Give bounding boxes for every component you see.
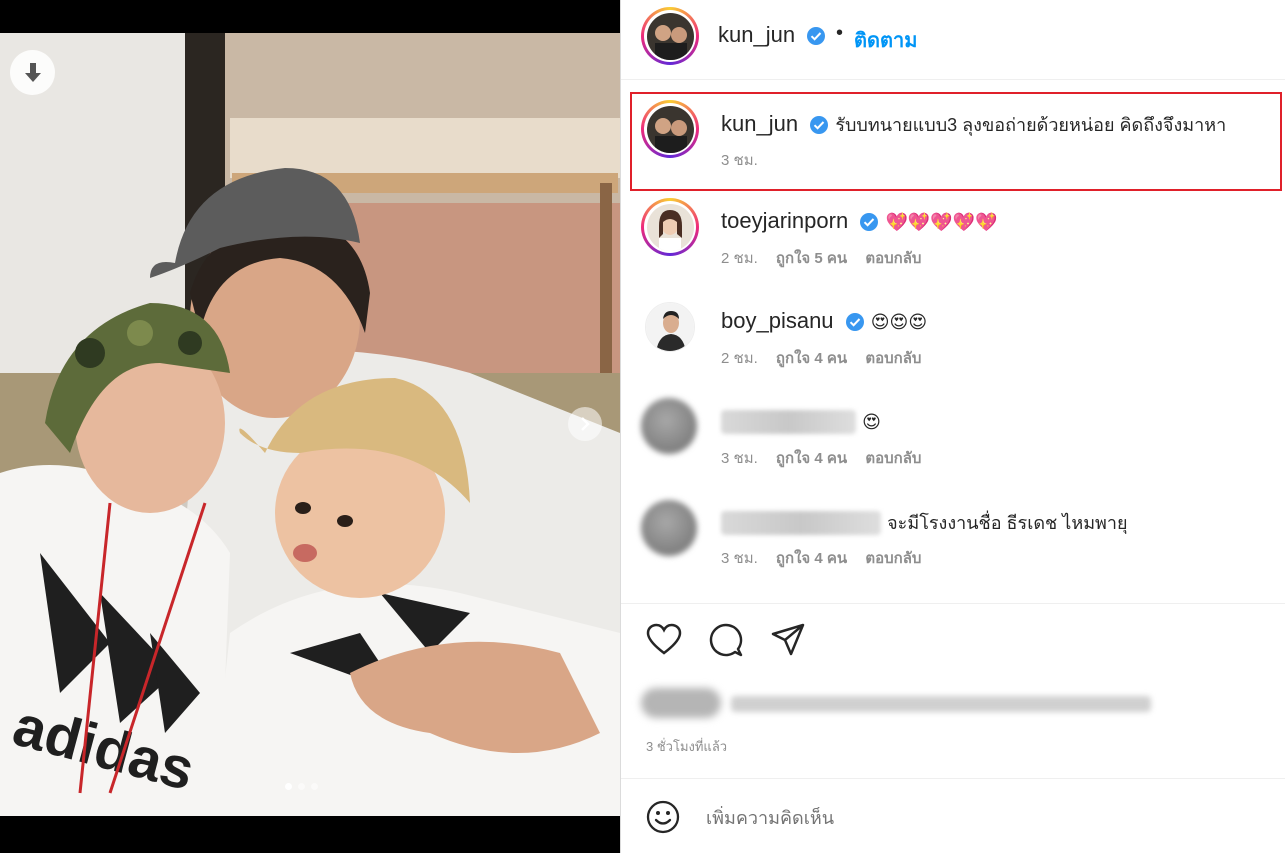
comment-time: 2 ชม. [721, 250, 758, 267]
photo-illustration: adidas [0, 33, 620, 816]
paper-plane-icon[interactable] [770, 622, 806, 658]
commenter-username[interactable]: toeyjarinporn [721, 208, 848, 233]
reply-button[interactable]: ตอบกลับ [865, 550, 921, 567]
next-slide-button[interactable] [568, 407, 602, 441]
reply-button[interactable]: ตอบกลับ [865, 450, 921, 467]
post-photo: adidas [0, 33, 620, 816]
heart-icon[interactable] [646, 622, 682, 658]
post-timestamp: 3 ชั่วโมงที่แล้ว [646, 739, 728, 754]
verified-badge-icon [845, 313, 864, 332]
commenter-username-blurred[interactable] [721, 511, 881, 536]
commenter-username-blurred[interactable] [721, 410, 856, 435]
slide-dot-active [285, 783, 292, 790]
slide-indicator [285, 783, 318, 790]
comment-time: 3 ชม. [721, 450, 758, 467]
comment-likes[interactable]: ถูกใจ 4 คน [776, 350, 847, 367]
comment-likes[interactable]: ถูกใจ 4 คน [776, 450, 847, 467]
reply-button[interactable]: ตอบกลับ [865, 250, 921, 267]
author-username[interactable]: kun_jun [718, 22, 795, 48]
avatar-image [646, 105, 694, 153]
caption-username[interactable]: kun_jun [721, 111, 798, 136]
avatar-image [646, 203, 694, 251]
avatar-image [646, 303, 694, 351]
caption-text: รับบทนายแบบ3 ลุงขอถ่ายด้วยหน่อย คิดถึงจึ… [835, 115, 1227, 135]
post-details-panel: kun_jun • ติดตาม kun_jun รับบทนายแบบ3 ลุ… [620, 0, 1285, 853]
commenter-avatar[interactable] [641, 198, 699, 256]
add-comment-bar [621, 780, 1285, 853]
header-separator: • [836, 22, 844, 44]
arrow-down-icon [24, 62, 41, 82]
action-bar [646, 622, 806, 658]
author-avatar[interactable] [641, 7, 699, 65]
follow-button[interactable]: ติดตาม [854, 24, 917, 56]
comment-time: 2 ชม. [721, 350, 758, 367]
verified-badge-icon [810, 116, 829, 135]
post-media-panel: adidas [0, 0, 620, 853]
avatar-image [646, 12, 694, 60]
commenter-avatar[interactable] [645, 302, 695, 352]
slide-dot [298, 783, 305, 790]
comment-text: 😍😍😍 [870, 312, 928, 332]
liked-by-blurred [641, 688, 1151, 718]
divider [621, 603, 1285, 604]
commenter-avatar-blurred[interactable] [641, 500, 697, 556]
comment-text: 😍 [862, 412, 881, 432]
comment-text: จะมีโรงงานชื่อ ธีรเดช ไหมพายุ [887, 513, 1128, 533]
post-header: kun_jun • ติดตาม [621, 0, 1285, 80]
verified-badge-icon [807, 27, 825, 45]
commenter-username[interactable]: boy_pisanu [721, 308, 834, 333]
smiley-face-icon[interactable] [646, 800, 680, 834]
chevron-right-icon [581, 417, 590, 431]
commenter-avatar-blurred[interactable] [641, 398, 697, 454]
divider [621, 778, 1285, 779]
caption-time: 3 ชม. [721, 152, 758, 169]
comment-time: 3 ชม. [721, 550, 758, 567]
comment-bubble-icon[interactable] [708, 622, 744, 658]
caption-highlight-box [630, 92, 1282, 191]
verified-badge-icon [860, 213, 879, 232]
comment-likes[interactable]: ถูกใจ 5 คน [776, 250, 847, 267]
comment-text: 💖💖💖💖💖 [885, 212, 998, 232]
comment-input[interactable] [706, 806, 1226, 830]
instagram-post-window: adidas kun_jun • ติดตาม kun_jun รับบทนาย… [0, 0, 1285, 853]
slide-dot [311, 783, 318, 790]
caption-avatar[interactable] [641, 100, 699, 158]
comment-likes[interactable]: ถูกใจ 4 คน [776, 550, 847, 567]
reply-button[interactable]: ตอบกลับ [865, 350, 921, 367]
download-button[interactable] [10, 50, 55, 95]
